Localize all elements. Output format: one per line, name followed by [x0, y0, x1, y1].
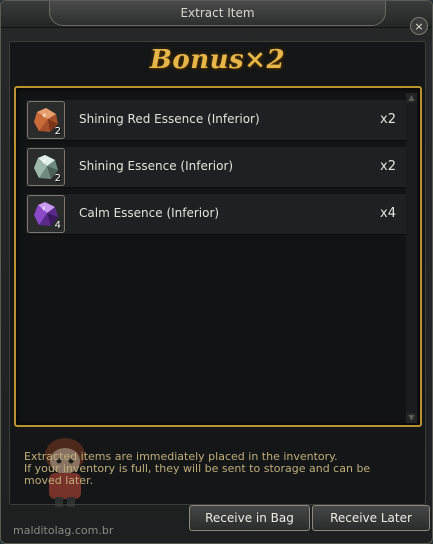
- item-count: x2: [380, 112, 396, 127]
- item-count: x4: [380, 206, 396, 221]
- item-slot[interactable]: 2: [27, 148, 65, 186]
- close-button[interactable]: ×: [410, 17, 428, 35]
- scroll-up-icon[interactable]: ▲: [406, 93, 417, 103]
- bonus-title: Bonus×2: [149, 45, 286, 75]
- receive-in-bag-button[interactable]: Receive in Bag: [189, 505, 310, 531]
- notice-line: moved later.: [24, 474, 94, 487]
- list-item[interactable]: 4 Calm Essence (Inferior) x4: [26, 194, 406, 235]
- stack-count: 2: [54, 126, 61, 137]
- item-count: x2: [380, 159, 396, 174]
- window-title: Extract Item: [180, 6, 255, 20]
- list-item[interactable]: 2 Shining Essence (Inferior) x2: [26, 147, 406, 188]
- item-slot[interactable]: 4: [27, 195, 65, 233]
- scroll-down-icon[interactable]: ▼: [406, 413, 417, 423]
- stack-count: 2: [54, 173, 61, 184]
- list-scrollbar[interactable]: ▲ ▼: [406, 93, 417, 423]
- item-name: Calm Essence (Inferior): [79, 206, 220, 220]
- list-item[interactable]: 2 Shining Red Essence (Inferior) x2: [26, 100, 406, 141]
- item-slot[interactable]: 2: [27, 101, 65, 139]
- stack-count: 4: [54, 220, 61, 231]
- item-name: Shining Essence (Inferior): [79, 159, 234, 173]
- site-watermark: malditolag.com.br: [13, 524, 114, 537]
- extract-item-window: Extract Item × Bonus×2 ▲ ▼ 2 Shining Red…: [0, 0, 433, 544]
- title-bar[interactable]: Extract Item: [1, 1, 432, 28]
- close-icon: ×: [414, 20, 424, 33]
- item-name: Shining Red Essence (Inferior): [79, 112, 260, 126]
- extraction-notice: Extracted items are immediately placed i…: [24, 451, 404, 487]
- receive-later-button[interactable]: Receive Later: [312, 505, 430, 531]
